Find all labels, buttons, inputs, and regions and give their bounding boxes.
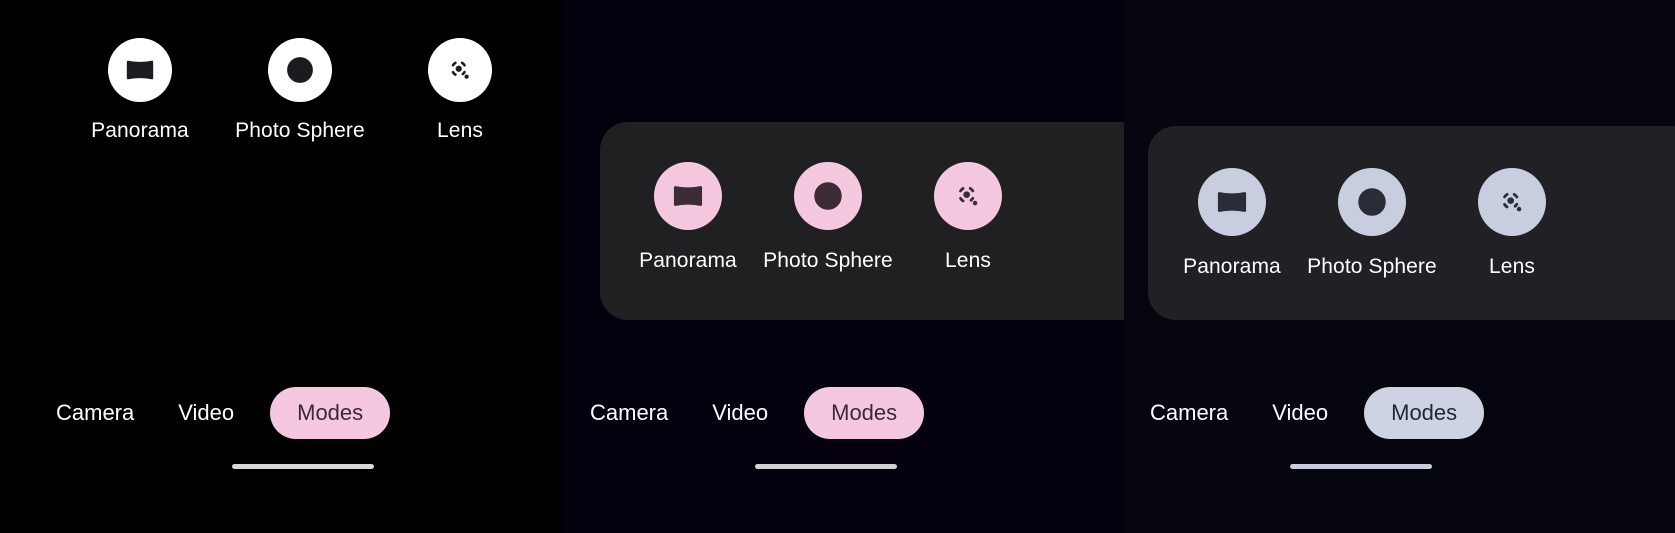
tab-video[interactable]: Video [156, 400, 256, 426]
mode-item-panorama[interactable]: Panorama [618, 162, 758, 273]
lens-icon [451, 61, 469, 79]
tab-modes[interactable]: Modes [270, 387, 391, 439]
photo-sphere-icon [1358, 188, 1386, 216]
bottom-tab-bar: Camera Video Modes [1128, 387, 1485, 439]
photo-sphere-icon [287, 57, 313, 83]
bottom-tab-bar: Camera Video Modes [34, 387, 391, 439]
mode-list: Panorama Photo Sphere Lens [60, 38, 540, 143]
panorama-icon [1217, 192, 1247, 212]
tab-modes[interactable]: Modes [804, 387, 925, 439]
mode-item-panorama[interactable]: Panorama [60, 38, 220, 143]
mode-item-label: Lens [1489, 255, 1535, 278]
mode-item-label: Photo Sphere [235, 119, 365, 142]
mode-icon-circle[interactable] [1198, 168, 1266, 236]
panorama-icon [673, 186, 703, 206]
mode-icon-circle[interactable] [108, 38, 172, 102]
home-indicator[interactable] [232, 464, 374, 469]
modes-surface-card: Panorama Photo Sphere Lens [600, 122, 1124, 320]
mode-item-label: Lens [945, 249, 991, 272]
tab-modes[interactable]: Modes [1364, 387, 1485, 439]
tab-camera[interactable]: Camera [34, 400, 156, 426]
camera-modes-panel-2: Panorama Photo Sphere Lens Camera Video … [562, 0, 1124, 533]
mode-item-photo-sphere[interactable]: Photo Sphere [220, 38, 380, 143]
camera-modes-panel-1: Panorama Photo Sphere Lens Camera Video … [0, 0, 562, 533]
tab-video[interactable]: Video [1250, 400, 1350, 426]
mode-icon-circle[interactable] [268, 38, 332, 102]
mode-item-label: Panorama [1183, 255, 1281, 278]
mode-item-lens[interactable]: Lens [898, 162, 1038, 273]
mode-item-photo-sphere[interactable]: Photo Sphere [1302, 168, 1442, 279]
mode-item-panorama[interactable]: Panorama [1162, 168, 1302, 279]
home-indicator[interactable] [1290, 464, 1432, 469]
mode-icon-circle[interactable] [934, 162, 1002, 230]
modes-surface-card: Panorama Photo Sphere Lens [1148, 126, 1675, 320]
mode-icon-circle[interactable] [1338, 168, 1406, 236]
mode-item-label: Panorama [639, 249, 737, 272]
modes-surface-plain: Panorama Photo Sphere Lens [0, 22, 562, 162]
tab-camera[interactable]: Camera [1128, 400, 1250, 426]
mode-list: Panorama Photo Sphere Lens [618, 162, 1038, 273]
mode-icon-circle[interactable] [654, 162, 722, 230]
home-indicator[interactable] [755, 464, 897, 469]
mode-item-lens[interactable]: Lens [380, 38, 540, 143]
mode-icon-circle[interactable] [428, 38, 492, 102]
mode-item-label: Panorama [91, 119, 189, 142]
screenshot-stage: Panorama Photo Sphere Lens Camera Video … [0, 0, 1675, 533]
tab-camera[interactable]: Camera [568, 400, 690, 426]
panorama-icon [126, 60, 154, 80]
lens-icon [1503, 193, 1522, 212]
lens-icon [959, 187, 978, 206]
bottom-tab-bar: Camera Video Modes [568, 387, 925, 439]
mode-icon-circle[interactable] [1478, 168, 1546, 236]
photo-sphere-icon [814, 182, 842, 210]
mode-item-lens[interactable]: Lens [1442, 168, 1582, 279]
mode-item-label: Photo Sphere [763, 249, 893, 272]
tab-video[interactable]: Video [690, 400, 790, 426]
mode-list: Panorama Photo Sphere Lens [1162, 168, 1582, 279]
mode-item-label: Photo Sphere [1307, 255, 1437, 278]
mode-item-label: Lens [437, 119, 483, 142]
mode-icon-circle[interactable] [794, 162, 862, 230]
mode-item-photo-sphere[interactable]: Photo Sphere [758, 162, 898, 273]
camera-modes-panel-3: Panorama Photo Sphere Lens Camera Video … [1124, 0, 1675, 533]
